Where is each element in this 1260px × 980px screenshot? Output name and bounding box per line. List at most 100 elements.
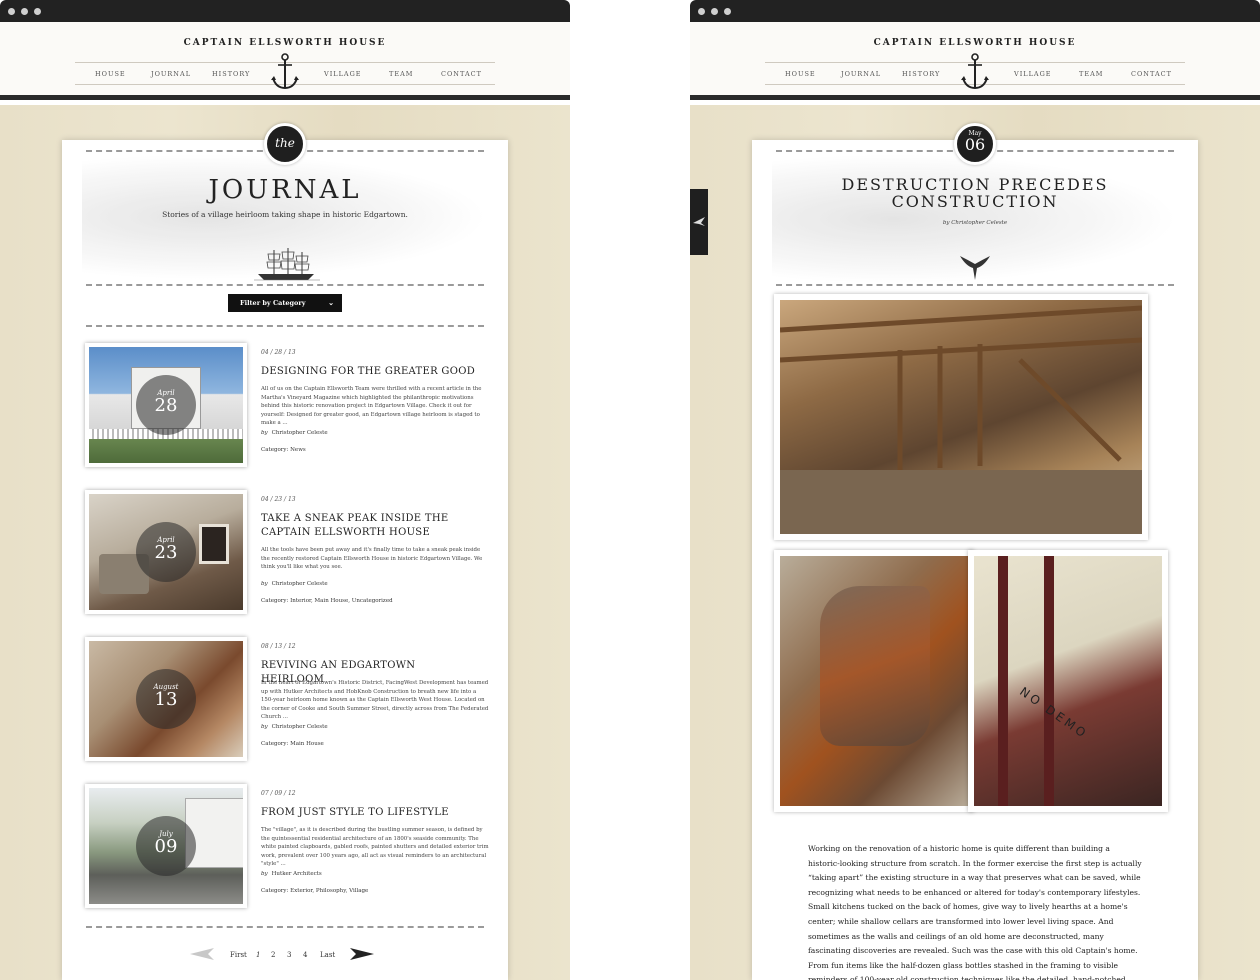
post-date: 04 / 23 / 13 xyxy=(261,496,296,503)
post-date-badge: April 28 xyxy=(136,375,196,435)
category-filter-select[interactable]: Filter by Category ⌄ xyxy=(228,294,342,312)
post-excerpt: All of us on the Captain Ellsworth Team … xyxy=(261,386,482,427)
post-author[interactable]: Christopher Celeste xyxy=(272,581,328,587)
by-label: by xyxy=(261,724,268,730)
nav-history[interactable]: HISTORY xyxy=(902,70,940,78)
badge-day: 28 xyxy=(154,395,178,416)
window-dot-icon[interactable] xyxy=(34,8,41,15)
post-byline: by Christopher Celeste xyxy=(261,581,328,587)
window-dot-icon[interactable] xyxy=(21,8,28,15)
article-title: DESTRUCTION PRECEDES CONSTRUCTION xyxy=(752,176,1198,210)
post-thumbnail[interactable]: April 23 xyxy=(85,490,247,614)
divider xyxy=(86,926,484,928)
article-photo[interactable] xyxy=(774,294,1148,540)
nav-history[interactable]: HISTORY xyxy=(212,70,250,78)
nav-team[interactable]: TEAM xyxy=(1079,70,1103,78)
journal-post: July 09 07 / 09 / 12 FROM JUST STYLE TO … xyxy=(85,784,489,910)
post-author[interactable]: Christopher Celeste xyxy=(272,430,328,436)
window-dot-icon[interactable] xyxy=(698,8,705,15)
post-title[interactable]: DESIGNING FOR THE GREATER GOOD xyxy=(261,365,481,379)
nav-journal[interactable]: JOURNAL xyxy=(841,70,881,78)
post-thumbnail[interactable]: July 09 xyxy=(85,784,247,908)
site-brand[interactable]: CAPTAIN ELLSWORTH HOUSE xyxy=(0,38,570,48)
post-title[interactable]: TAKE A SNEAK PEAK INSIDE THE CAPTAIN ELL… xyxy=(261,512,481,540)
badge-day: 13 xyxy=(154,689,178,710)
divider xyxy=(86,325,484,327)
post-author[interactable]: Christopher Celeste xyxy=(272,724,328,730)
post-category[interactable]: Category: News xyxy=(261,447,306,453)
post-date-badge: April 23 xyxy=(136,522,196,582)
by-label: by xyxy=(261,430,268,436)
chevron-down-icon: ⌄ xyxy=(328,298,334,307)
article-paper: DESTRUCTION PRECEDES CONSTRUCTION by Chr… xyxy=(752,140,1198,980)
side-nav-tab[interactable] xyxy=(690,189,708,255)
post-title[interactable]: FROM JUST STYLE TO LIFESTYLE xyxy=(261,806,481,820)
badge-text: the xyxy=(275,136,295,150)
baluster-shape xyxy=(1044,556,1054,806)
post-excerpt: The "village", as it is described during… xyxy=(261,827,489,868)
nav-house[interactable]: HOUSE xyxy=(95,70,126,78)
window-dot-icon[interactable] xyxy=(724,8,731,15)
journal-post: April 23 04 / 23 / 13 TAKE A SNEAK PEAK … xyxy=(85,490,485,616)
nav-village[interactable]: VILLAGE xyxy=(324,70,362,78)
post-date-badge: August 13 xyxy=(136,669,196,729)
post-thumbnail[interactable]: August 13 xyxy=(85,637,247,761)
nav-village[interactable]: VILLAGE xyxy=(1014,70,1052,78)
post-author[interactable]: Hutker Architects xyxy=(272,871,322,877)
next-arrow-icon[interactable] xyxy=(350,948,374,960)
journal-window: CAPTAIN ELLSWORTH HOUSE HOUSE JOURNAL HI… xyxy=(0,0,570,980)
post-category[interactable]: Category: Interior, Main House, Uncatego… xyxy=(261,598,393,604)
article-byline: by Christopher Celeste xyxy=(942,220,1008,226)
nav-house[interactable]: HOUSE xyxy=(785,70,816,78)
nav-contact[interactable]: CONTACT xyxy=(1131,70,1172,78)
journal-post: April 28 04 / 28 / 13 DESIGNING FOR THE … xyxy=(85,343,485,469)
pager-first[interactable]: First xyxy=(230,951,247,959)
post-excerpt: All the tools have been put away and it'… xyxy=(261,547,483,571)
article-date-badge: May 06 xyxy=(954,123,996,165)
bird-icon xyxy=(693,217,705,226)
prev-arrow-icon[interactable] xyxy=(190,948,214,960)
post-byline: by Christopher Celeste xyxy=(261,724,328,730)
badge-day: 06 xyxy=(964,135,986,154)
anchor-logo-icon[interactable] xyxy=(960,52,990,92)
by-label: by xyxy=(261,871,268,877)
badge-day: 09 xyxy=(154,836,178,857)
window-dot-icon[interactable] xyxy=(711,8,718,15)
window-dot-icon[interactable] xyxy=(8,8,15,15)
post-byline: by Hutker Architects xyxy=(261,871,322,877)
site-brand[interactable]: CAPTAIN ELLSWORTH HOUSE xyxy=(690,38,1260,48)
article-body: Working on the renovation of a historic … xyxy=(808,844,1142,980)
post-category[interactable]: Category: Main House xyxy=(261,741,324,747)
nav-journal[interactable]: JOURNAL xyxy=(151,70,191,78)
pager-last[interactable]: Last xyxy=(320,951,335,959)
post-thumbnail[interactable]: April 28 xyxy=(85,343,247,467)
article-window: CAPTAIN ELLSWORTH HOUSE HOUSE JOURNAL HI… xyxy=(690,0,1260,980)
journal-badge: the xyxy=(264,123,306,165)
post-date: 08 / 13 / 12 xyxy=(261,643,296,650)
by-label: by xyxy=(261,581,268,587)
post-byline: by Christopher Celeste xyxy=(261,430,328,436)
nav-contact[interactable]: CONTACT xyxy=(441,70,482,78)
article-title-line: CONSTRUCTION xyxy=(891,192,1059,211)
badge-day: 23 xyxy=(154,542,178,563)
post-excerpt: In the heart of Edgartown's Historic Dis… xyxy=(261,680,489,721)
anchor-logo-icon[interactable] xyxy=(270,52,300,92)
browser-chrome xyxy=(0,0,570,22)
article-title-line: DESTRUCTION PRECEDES xyxy=(841,175,1109,194)
stairs-photo[interactable]: NO DEMO xyxy=(968,550,1168,812)
pager-page[interactable]: 2 xyxy=(271,951,275,959)
nav-team[interactable]: TEAM xyxy=(389,70,413,78)
fireplace-shape xyxy=(199,524,229,564)
post-category[interactable]: Category: Exterior, Philosophy, Village xyxy=(261,888,368,894)
pager-page[interactable]: 4 xyxy=(303,951,307,959)
hammer-photo[interactable] xyxy=(774,550,974,812)
pager-page[interactable]: 3 xyxy=(287,951,291,959)
post-date-badge: July 09 xyxy=(136,816,196,876)
pager-page[interactable]: 1 xyxy=(256,951,260,959)
hammer-shape xyxy=(820,586,930,746)
page-subtitle: Stories of a village heirloom taking sha… xyxy=(162,210,408,219)
pagination: First 1 2 3 4 Last xyxy=(62,948,508,968)
post-date: 07 / 09 / 12 xyxy=(261,790,296,797)
ship-illustration-icon xyxy=(254,248,320,281)
filter-label: Filter by Category xyxy=(240,299,306,307)
